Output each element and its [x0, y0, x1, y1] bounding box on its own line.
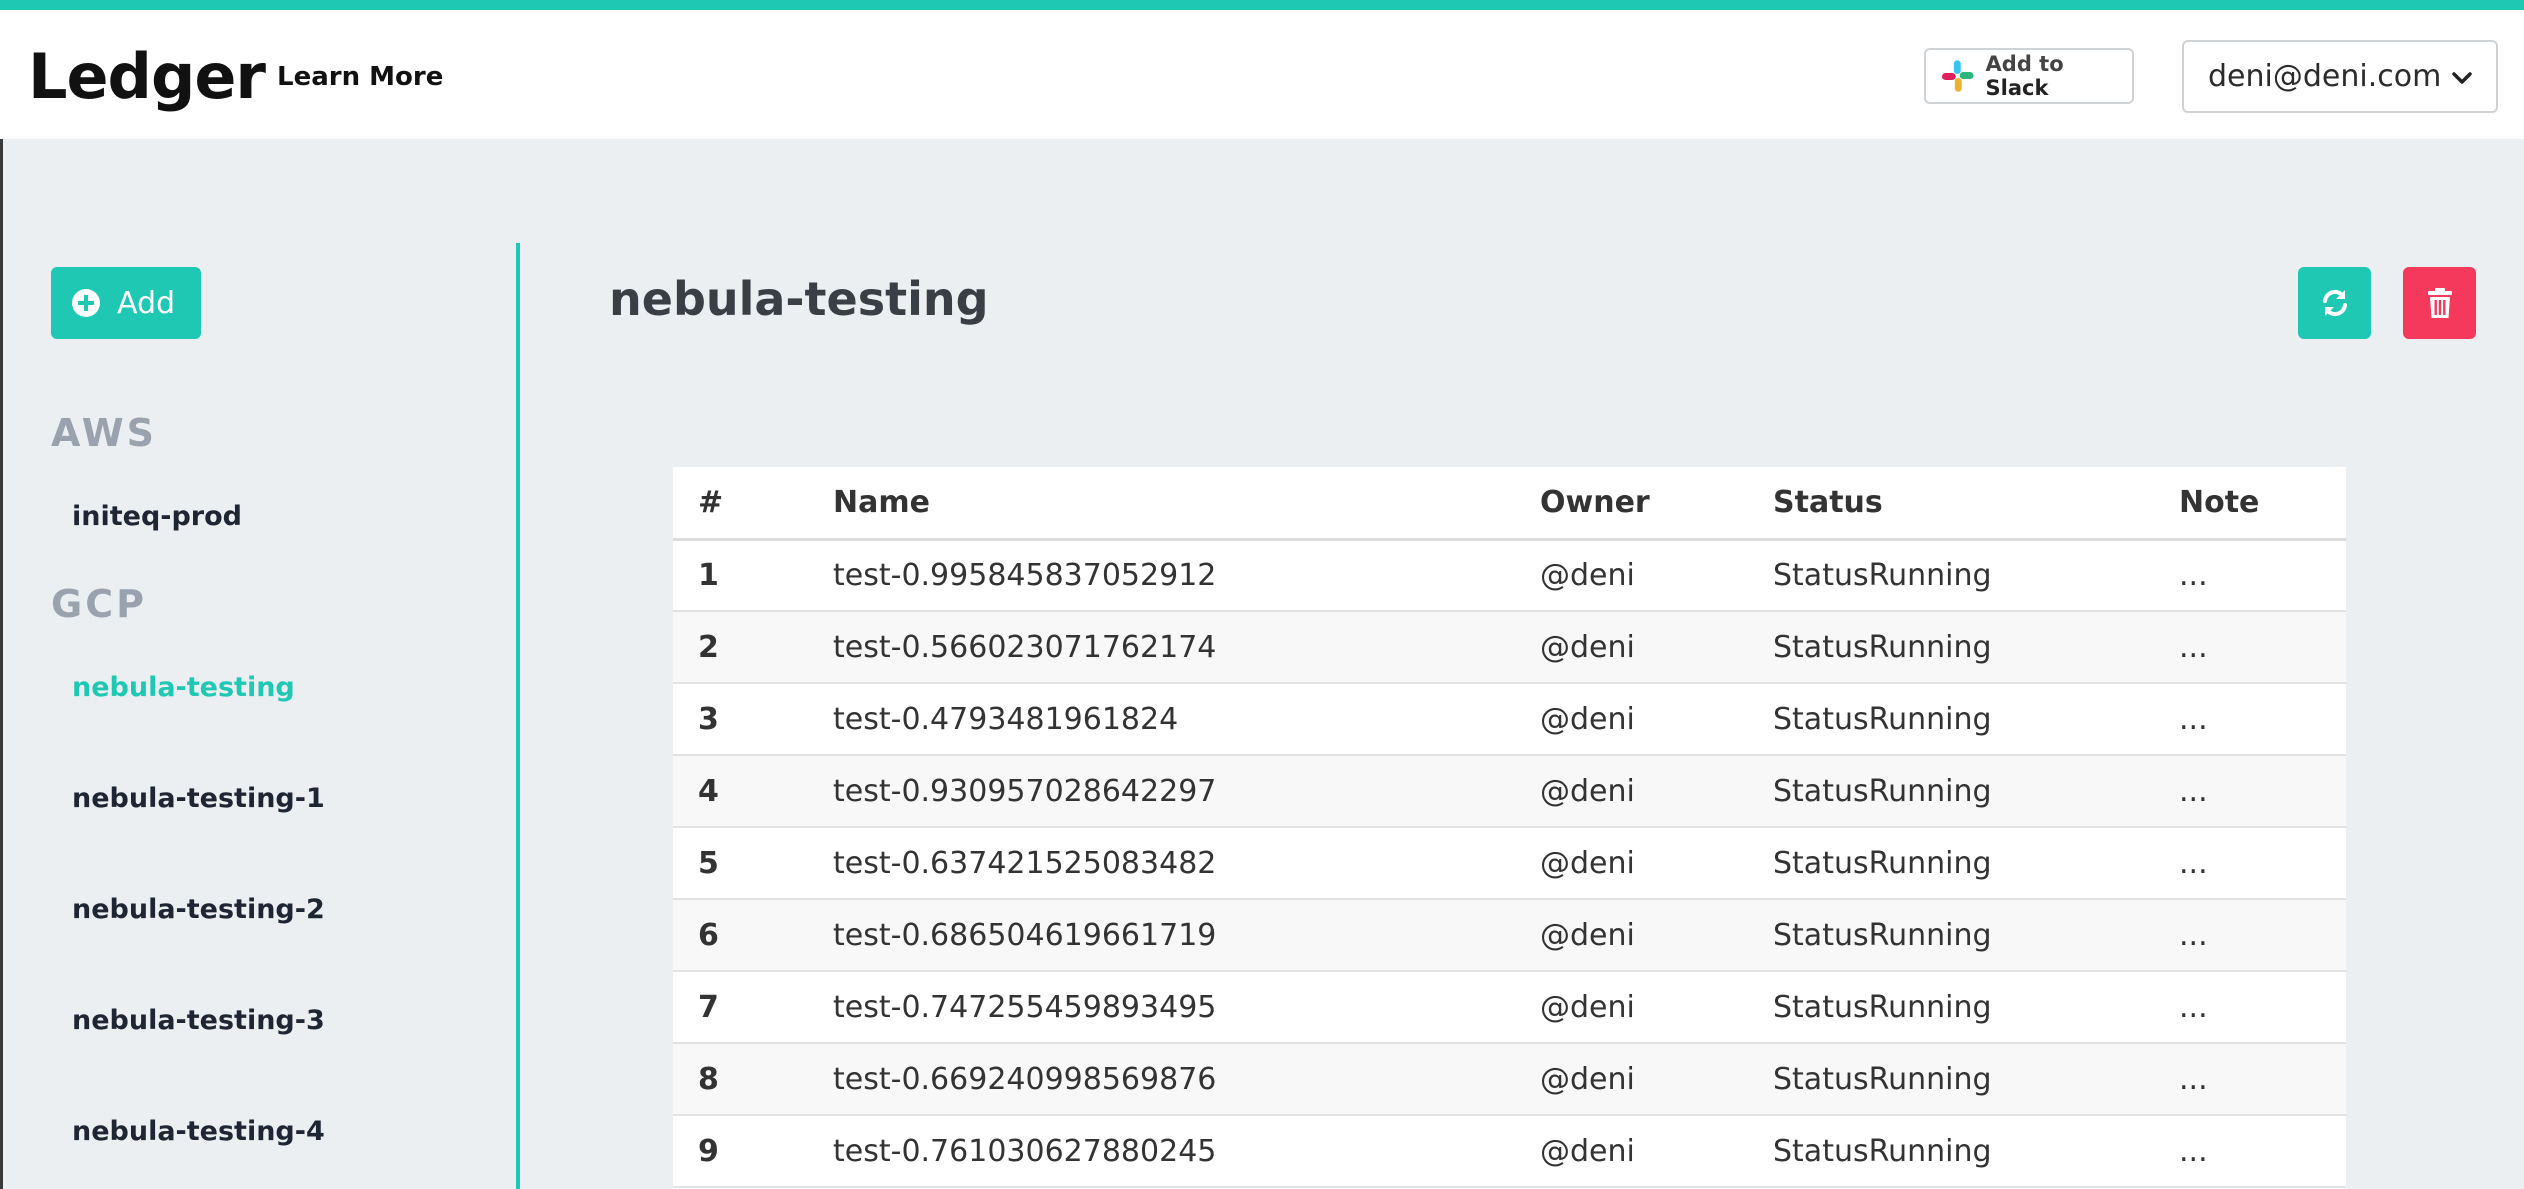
cell-note[interactable]: ... — [2154, 1115, 2346, 1188]
cell-note[interactable]: ... — [2154, 899, 2346, 972]
chevron-down-icon — [2452, 72, 2472, 84]
cell-note[interactable]: ... — [2154, 971, 2346, 1044]
user-email: deni@deni.com — [2208, 59, 2442, 94]
table-row[interactable]: 3 test-0.4793481961824 @deni StatusRunning.… — [673, 683, 2346, 756]
cell-owner: @deni — [1515, 1115, 1748, 1188]
sidebar-item-nebula-testing-3[interactable]: nebula-testing-3 — [72, 1005, 325, 1036]
cell-index: 8 — [673, 1043, 808, 1116]
cell-name: test-0.566023071762174 — [808, 611, 1515, 684]
table-header-row: # Name Owner Status Note — [673, 467, 2346, 541]
sidebar-item-nebula-testing-4[interactable]: nebula-testing-4 — [72, 1116, 325, 1147]
cell-name: test-0.669240998569876 — [808, 1043, 1515, 1116]
cell-name: test-0.761030627880245 — [808, 1115, 1515, 1188]
cell-note[interactable]: ... — [2154, 683, 2346, 756]
page-title: nebula-testing — [609, 272, 989, 326]
cell-status: StatusRunning — [1748, 1043, 2154, 1116]
learn-more-link[interactable]: Learn More — [277, 62, 443, 92]
trash-icon — [2427, 288, 2452, 318]
add-button[interactable]: Add — [51, 267, 201, 339]
sidebar-item-nebula-testing[interactable]: nebula-testing — [72, 672, 295, 703]
cell-status: StatusRunning — [1748, 1115, 2154, 1188]
cell-index: 2 — [673, 611, 808, 684]
slack-button-label: Add to Slack — [1985, 52, 2064, 100]
table-row[interactable]: 9 test-0.761030627880245 @deni StatusRunnin… — [673, 1115, 2346, 1188]
cell-note[interactable]: ... — [2154, 611, 2346, 684]
cell-name: test-0.995845837052912 — [808, 539, 1515, 612]
column-header-name[interactable]: Name — [808, 467, 1515, 541]
cell-note[interactable]: ... — [2154, 755, 2346, 828]
cell-index: 9 — [673, 1115, 808, 1188]
table-row[interactable]: 7 test-0.747255459893495 @deni StatusRunnin… — [673, 971, 2346, 1044]
sidebar-item-nebula-testing-1[interactable]: nebula-testing-1 — [72, 783, 325, 814]
column-header-status[interactable]: Status — [1748, 467, 2154, 541]
table-row[interactable]: 5 test-0.637421525083482 @deni StatusRunnin… — [673, 827, 2346, 900]
slack-logo-icon — [1941, 60, 1974, 92]
cell-name: test-0.930957028642297 — [808, 755, 1515, 828]
cell-status: StatusRunning — [1748, 683, 2154, 756]
top-header: Ledger Learn More Add to Slack deni@deni… — [0, 10, 2524, 139]
table-row[interactable]: 6 test-0.686504619661719 @deni StatusRunnin… — [673, 899, 2346, 972]
cell-owner: @deni — [1515, 1043, 1748, 1116]
cell-owner: @deni — [1515, 755, 1748, 828]
group-label-aws: AWS — [51, 411, 157, 455]
cell-note[interactable]: ... — [2154, 1043, 2346, 1116]
sidebar-item-initeq-prod[interactable]: initeq-prod — [72, 501, 242, 532]
table-row[interactable]: 8 test-0.669240998569876 @deni StatusRunnin… — [673, 1043, 2346, 1116]
sidebar-divider — [516, 243, 520, 1189]
cell-index: 7 — [673, 971, 808, 1044]
column-header-owner[interactable]: Owner — [1515, 467, 1748, 541]
cell-owner: @deni — [1515, 971, 1748, 1044]
cell-status: StatusRunning — [1748, 755, 2154, 828]
table-row[interactable]: 4 test-0.930957028642297 @deni StatusRunnin… — [673, 755, 2346, 828]
add-to-slack-button[interactable]: Add to Slack — [1924, 48, 2134, 104]
resources-table: # Name Owner Status Note 1 test-0.9958458… — [673, 467, 2346, 1189]
cell-status: StatusRunning — [1748, 827, 2154, 900]
cell-owner: @deni — [1515, 611, 1748, 684]
column-header-note[interactable]: Note — [2154, 467, 2346, 541]
cell-note[interactable]: ... — [2154, 827, 2346, 900]
table-row[interactable]: 2 test-0.566023071762174 @deni StatusRunnin… — [673, 611, 2346, 684]
column-header-index[interactable]: # — [673, 467, 808, 541]
cell-owner: @deni — [1515, 899, 1748, 972]
cell-status: StatusRunning — [1748, 899, 2154, 972]
cell-name: test-0.637421525083482 — [808, 827, 1515, 900]
cell-index: 4 — [673, 755, 808, 828]
refresh-icon — [2322, 289, 2347, 317]
cell-owner: @deni — [1515, 827, 1748, 900]
cell-note[interactable]: ... — [2154, 539, 2346, 612]
cell-status: StatusRunning — [1748, 611, 2154, 684]
table-row[interactable]: 1 test-0.995845837052912 @deni StatusRunnin… — [673, 539, 2346, 612]
sidebar-item-nebula-testing-2[interactable]: nebula-testing-2 — [72, 894, 325, 925]
app-logo[interactable]: Ledger — [28, 40, 266, 113]
delete-button[interactable] — [2403, 267, 2476, 339]
cell-name: test-0.4793481961824 — [808, 683, 1515, 756]
top-accent-bar — [0, 0, 2524, 10]
cell-owner: @deni — [1515, 683, 1748, 756]
sidebar: Add AWS initeq-prod GCP nebula-testing n… — [0, 139, 518, 1189]
cell-name: test-0.747255459893495 — [808, 971, 1515, 1044]
cell-index: 3 — [673, 683, 808, 756]
cell-status: StatusRunning — [1748, 539, 2154, 612]
refresh-button[interactable] — [2298, 267, 2371, 339]
group-label-gcp: GCP — [51, 582, 147, 626]
add-button-label: Add — [117, 285, 176, 321]
plus-circle-icon — [72, 289, 100, 317]
cell-status: StatusRunning — [1748, 971, 2154, 1044]
cell-name: test-0.686504619661719 — [808, 899, 1515, 972]
cell-index: 6 — [673, 899, 808, 972]
cell-owner: @deni — [1515, 539, 1748, 612]
user-account-dropdown[interactable]: deni@deni.com — [2182, 40, 2498, 113]
cell-index: 5 — [673, 827, 808, 900]
cell-index: 1 — [673, 539, 808, 612]
